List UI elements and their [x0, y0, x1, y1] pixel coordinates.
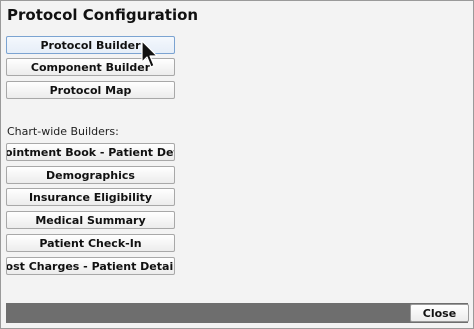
chart-wide-builders-label: Chart-wide Builders:: [7, 125, 119, 138]
close-button[interactable]: Close: [410, 304, 469, 322]
demographics-button[interactable]: Demographics: [6, 166, 175, 184]
footer-bar: [6, 303, 468, 323]
protocol-map-button[interactable]: Protocol Map: [6, 81, 175, 99]
insurance-eligibility-button[interactable]: Insurance Eligibility: [6, 188, 175, 206]
patient-check-in-button[interactable]: Patient Check-In: [6, 234, 175, 252]
medical-summary-button[interactable]: Medical Summary: [6, 211, 175, 229]
appointment-book-patient-details-button[interactable]: Appointment Book - Patient Details: [6, 143, 175, 161]
post-charges-patient-details-button[interactable]: Post Charges - Patient Details: [6, 257, 175, 275]
mouse-pointer-icon: [141, 40, 158, 68]
protocol-configuration-dialog: Protocol Configuration Protocol Builder …: [0, 0, 474, 329]
dialog-title: Protocol Configuration: [7, 6, 199, 24]
